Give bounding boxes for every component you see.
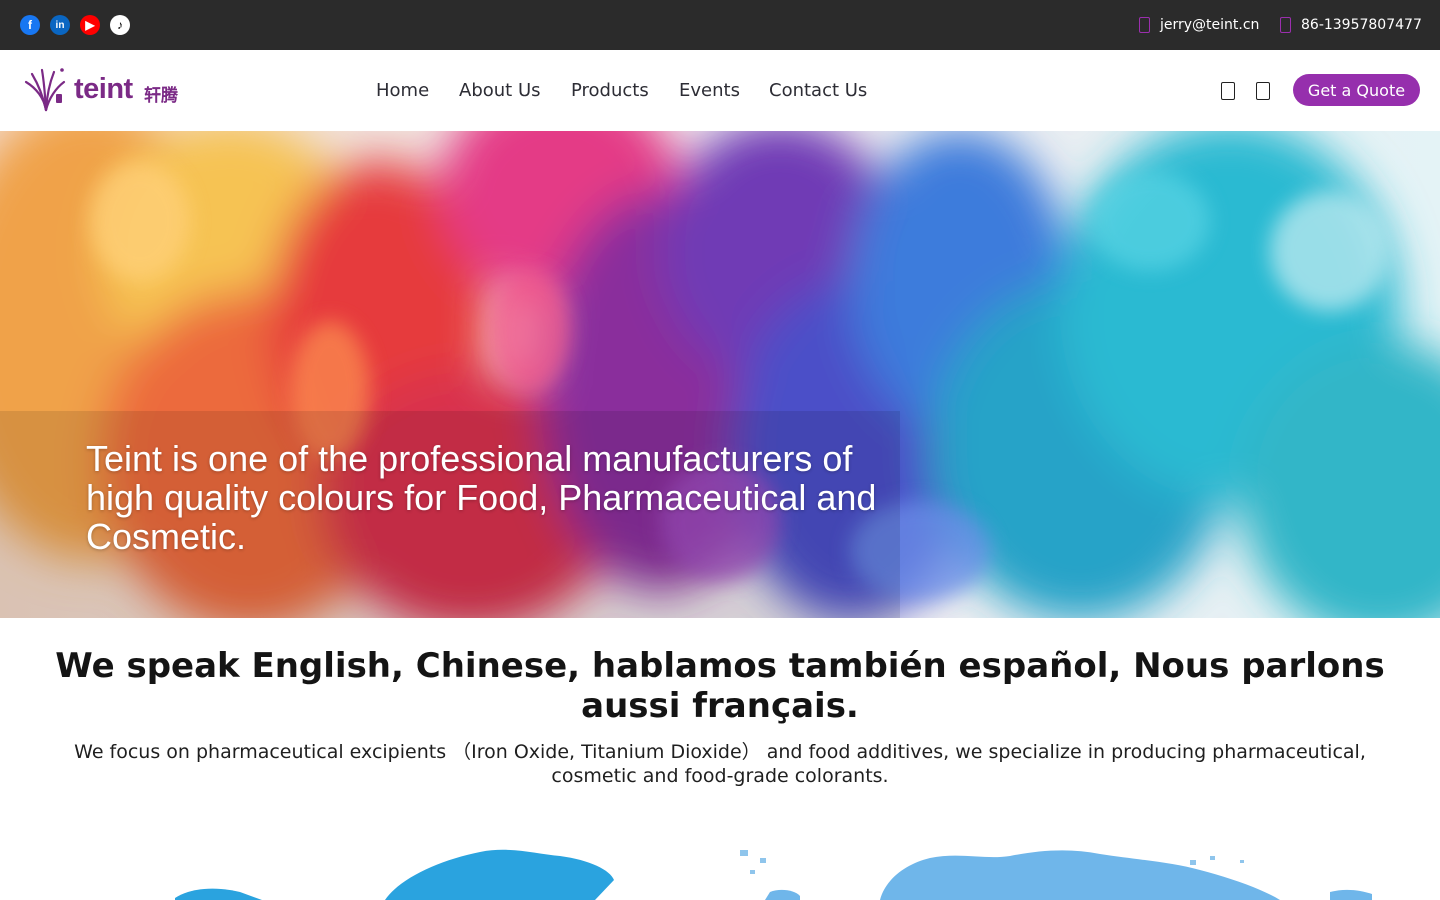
phone-text: 86-13957807477 [1301,17,1422,33]
mail-icon [1139,17,1150,33]
hero-banner: Teint is one of the professional manufac… [0,131,1440,618]
linkedin-icon[interactable]: in [50,15,70,35]
logo-wordmark: teint [74,73,133,105]
world-map-image [0,830,1440,900]
logo-chinese: 轩腾 [144,86,178,106]
nav-home[interactable]: Home [376,80,429,101]
nav-events[interactable]: Events [679,80,740,101]
site-logo[interactable]: teint 轩腾 [24,66,194,114]
languages-headline: We speak English, Chinese, hablamos tamb… [55,646,1385,726]
logo-mark-icon [24,68,66,112]
nav-contact-us[interactable]: Contact Us [769,80,867,101]
phone-link[interactable]: 86-13957807477 [1280,0,1422,50]
nav-about-us[interactable]: About Us [459,80,541,101]
site-header: teint 轩腾 Home About Us Products Events C… [0,50,1440,131]
get-a-quote-button[interactable]: Get a Quote [1293,74,1420,106]
nav-products[interactable]: Products [571,80,649,101]
facebook-icon[interactable]: f [20,15,40,35]
search-icon[interactable] [1221,82,1235,100]
focus-description: We focus on pharmaceutical excipients （I… [74,741,1366,787]
world-map-graphic [175,849,1372,900]
phone-icon [1280,17,1291,33]
email-text: jerry@teint.cn [1160,17,1260,33]
tiktok-icon[interactable]: ♪ [110,15,130,35]
hero-heading: Teint is one of the professional manufac… [86,438,877,557]
top-bar: f in ▶ ♪ jerry@teint.cn 86-13957807477 [0,0,1440,50]
language-icon[interactable] [1256,82,1270,100]
youtube-icon[interactable]: ▶ [80,15,100,35]
email-link[interactable]: jerry@teint.cn [1139,0,1259,50]
